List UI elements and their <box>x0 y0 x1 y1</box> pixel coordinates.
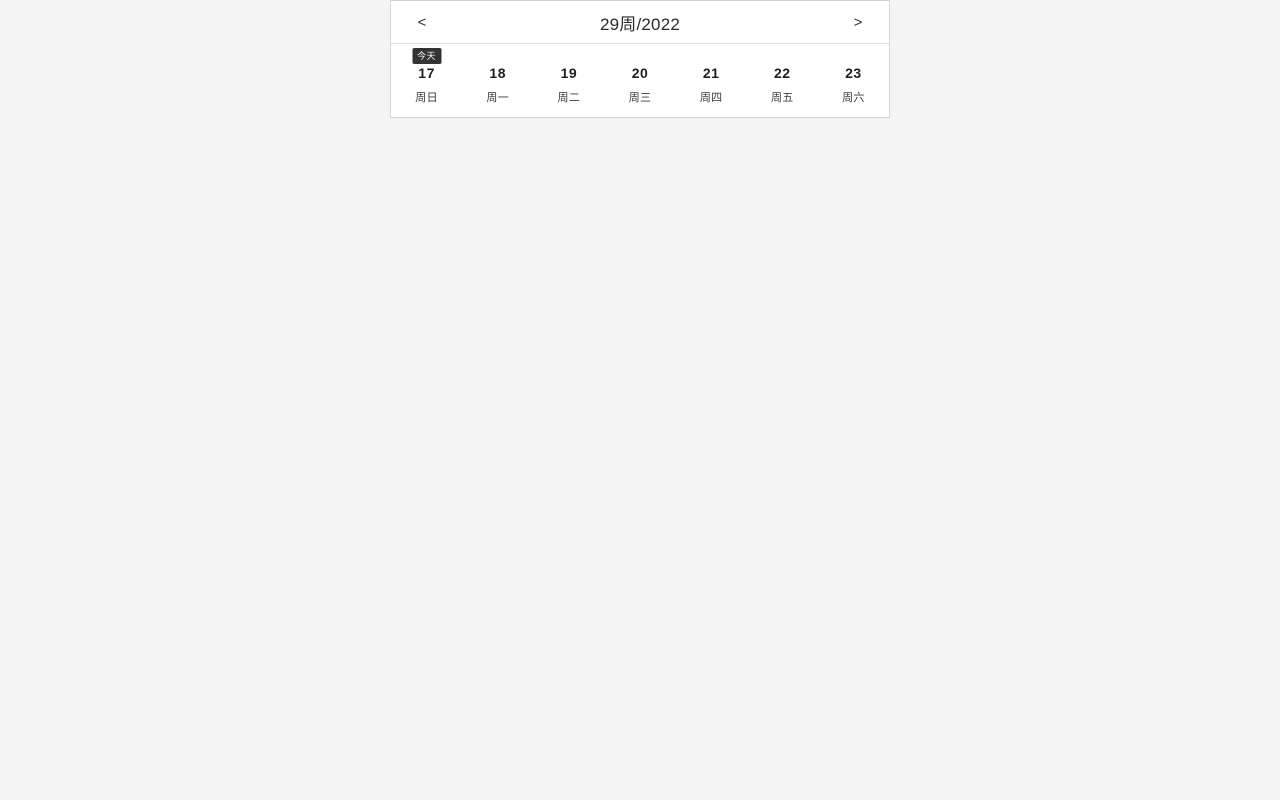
day-weekday-label: 周四 <box>699 92 723 104</box>
day-weekday-label: 周二 <box>557 92 581 104</box>
week-picker-header: < 29周/2022 > <box>391 1 889 44</box>
day-cell-17[interactable]: 今天 17 周日 <box>391 48 462 105</box>
day-number: 17 <box>418 65 435 81</box>
day-cell-18[interactable]: 18 周一 <box>462 49 533 105</box>
day-weekday-label: 周五 <box>770 92 794 104</box>
day-cell-20[interactable]: 20 周三 <box>604 49 675 105</box>
day-cell-22[interactable]: 22 周五 <box>747 49 818 105</box>
previous-week-button[interactable]: < <box>392 1 452 44</box>
day-cell-21[interactable]: 21 周四 <box>676 49 747 105</box>
day-number: 21 <box>702 65 720 81</box>
week-picker-body: 今天 17 周日 18 周一 19 周二 20 周三 21 周四 22 周五 2… <box>391 44 889 117</box>
week-title: 29周/2022 <box>599 14 681 34</box>
day-number: 20 <box>631 65 649 81</box>
day-number: 19 <box>560 65 578 81</box>
next-week-button[interactable]: > <box>828 1 888 44</box>
week-days-grid: 今天 17 周日 18 周一 19 周二 20 周三 21 周四 22 周五 2… <box>391 44 889 117</box>
day-number: 22 <box>773 65 791 81</box>
day-number: 23 <box>845 65 862 81</box>
day-cell-19[interactable]: 19 周二 <box>533 49 604 105</box>
day-weekday-label: 周日 <box>415 92 438 104</box>
day-number: 18 <box>489 65 506 81</box>
day-weekday-label: 周一 <box>486 92 510 104</box>
today-badge: 今天 <box>412 48 442 64</box>
day-weekday-label: 周六 <box>842 92 865 104</box>
day-weekday-label: 周三 <box>628 92 652 104</box>
week-picker-card: < 29周/2022 > 今天 17 周日 18 周一 19 周二 20 周三 <box>390 0 890 118</box>
day-cell-23[interactable]: 23 周六 <box>818 49 889 105</box>
